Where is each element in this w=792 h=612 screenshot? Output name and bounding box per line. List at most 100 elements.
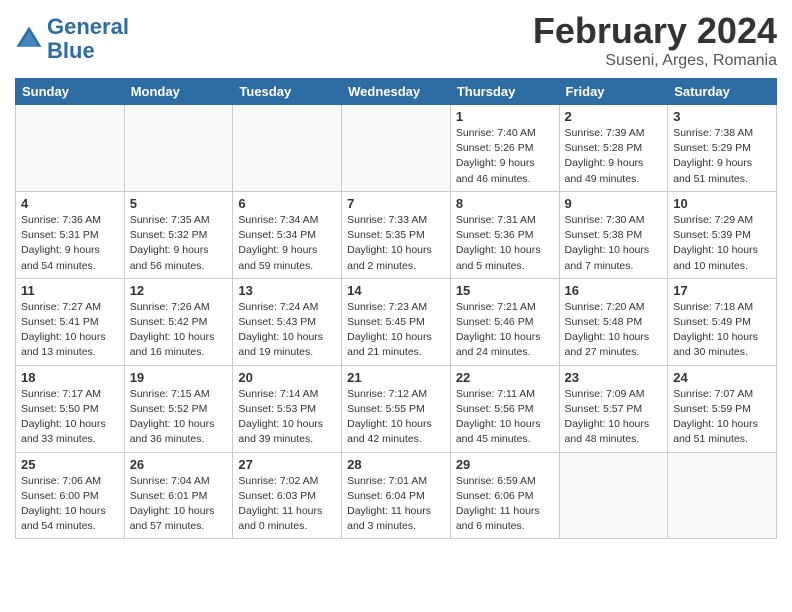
calendar-cell — [16, 105, 125, 192]
day-number: 12 — [130, 283, 228, 298]
day-number: 3 — [673, 109, 771, 124]
day-number: 8 — [456, 196, 554, 211]
day-number: 2 — [565, 109, 663, 124]
calendar-cell: 1Sunrise: 7:40 AM Sunset: 5:26 PM Daylig… — [450, 105, 559, 192]
calendar-cell: 11Sunrise: 7:27 AM Sunset: 5:41 PM Dayli… — [16, 278, 125, 365]
calendar-cell: 2 Sunrise: 7:39 AM Sunset: 5:28 PM Daylig… — [559, 105, 668, 192]
day-number: 6 — [238, 196, 336, 211]
calendar-week-row: 4 Sunrise: 7:36 AM Sunset: 5:31 PM Daylig… — [16, 191, 777, 278]
day-info: Sunrise: 7:11 AM Sunset: 5:56 PM Dayligh… — [456, 387, 554, 448]
day-number: 18 — [21, 370, 119, 385]
month-title: February 2024 — [533, 10, 777, 52]
calendar-cell: 19Sunrise: 7:15 AM Sunset: 5:52 PM Dayli… — [124, 365, 233, 452]
calendar-cell — [233, 105, 342, 192]
calendar: SundayMondayTuesdayWednesdayThursdayFrid… — [15, 78, 777, 539]
day-info: Sunrise: 7:40 AM Sunset: 5:26 PM Dayligh… — [456, 126, 554, 187]
day-number: 21 — [347, 370, 445, 385]
calendar-cell: 24 Sunrise: 7:07 AM Sunset: 5:59 PM Dayli… — [668, 365, 777, 452]
calendar-cell: 25 Sunrise: 7:06 AM Sunset: 6:00 PM Dayli… — [16, 452, 125, 539]
calendar-week-row: 11Sunrise: 7:27 AM Sunset: 5:41 PM Dayli… — [16, 278, 777, 365]
day-info: Sunrise: 7:23 AM Sunset: 5:45 PM Dayligh… — [347, 300, 445, 361]
logo: General Blue — [15, 15, 129, 63]
day-info: Sunrise: 7:02 AM Sunset: 6:03 PM Dayligh… — [238, 474, 336, 535]
calendar-header-row: SundayMondayTuesdayWednesdayThursdayFrid… — [16, 79, 777, 105]
calendar-cell: 10 Sunrise: 7:29 AM Sunset: 5:39 PM Dayli… — [668, 191, 777, 278]
day-info: Sunrise: 7:38 AM Sunset: 5:29 PM Dayligh… — [673, 126, 771, 187]
calendar-cell: 6 Sunrise: 7:34 AM Sunset: 5:34 PM Daylig… — [233, 191, 342, 278]
day-number: 19 — [130, 370, 228, 385]
day-info: Sunrise: 7:20 AM Sunset: 5:48 PM Dayligh… — [565, 300, 663, 361]
calendar-body: 1Sunrise: 7:40 AM Sunset: 5:26 PM Daylig… — [16, 105, 777, 539]
calendar-cell: 18 Sunrise: 7:17 AM Sunset: 5:50 PM Dayli… — [16, 365, 125, 452]
calendar-cell: 3 Sunrise: 7:38 AM Sunset: 5:29 PM Daylig… — [668, 105, 777, 192]
logo-icon — [15, 25, 43, 53]
calendar-week-row: 25 Sunrise: 7:06 AM Sunset: 6:00 PM Dayli… — [16, 452, 777, 539]
calendar-cell: 29Sunrise: 6:59 AM Sunset: 6:06 PM Dayli… — [450, 452, 559, 539]
calendar-cell — [559, 452, 668, 539]
day-header: Monday — [124, 79, 233, 105]
day-number: 15 — [456, 283, 554, 298]
calendar-cell: 15 Sunrise: 7:21 AM Sunset: 5:46 PM Dayli… — [450, 278, 559, 365]
calendar-cell: 28 Sunrise: 7:01 AM Sunset: 6:04 PM Dayli… — [342, 452, 451, 539]
day-info: Sunrise: 7:07 AM Sunset: 5:59 PM Dayligh… — [673, 387, 771, 448]
day-info: Sunrise: 7:29 AM Sunset: 5:39 PM Dayligh… — [673, 213, 771, 274]
title-area: February 2024 Suseni, Arges, Romania — [533, 10, 777, 70]
day-info: Sunrise: 7:14 AM Sunset: 5:53 PM Dayligh… — [238, 387, 336, 448]
day-info: Sunrise: 7:36 AM Sunset: 5:31 PM Dayligh… — [21, 213, 119, 274]
day-header: Friday — [559, 79, 668, 105]
calendar-cell: 21 Sunrise: 7:12 AM Sunset: 5:55 PM Dayli… — [342, 365, 451, 452]
day-info: Sunrise: 7:26 AM Sunset: 5:42 PM Dayligh… — [130, 300, 228, 361]
day-info: Sunrise: 7:21 AM Sunset: 5:46 PM Dayligh… — [456, 300, 554, 361]
day-number: 17 — [673, 283, 771, 298]
calendar-cell: 16 Sunrise: 7:20 AM Sunset: 5:48 PM Dayli… — [559, 278, 668, 365]
calendar-week-row: 1Sunrise: 7:40 AM Sunset: 5:26 PM Daylig… — [16, 105, 777, 192]
calendar-cell: 17 Sunrise: 7:18 AM Sunset: 5:49 PM Dayli… — [668, 278, 777, 365]
header: General Blue February 2024 Suseni, Arges… — [15, 10, 777, 70]
day-header: Sunday — [16, 79, 125, 105]
day-number: 23 — [565, 370, 663, 385]
day-number: 27 — [238, 457, 336, 472]
day-info: Sunrise: 7:18 AM Sunset: 5:49 PM Dayligh… — [673, 300, 771, 361]
day-info: Sunrise: 7:35 AM Sunset: 5:32 PM Dayligh… — [130, 213, 228, 274]
day-info: Sunrise: 7:34 AM Sunset: 5:34 PM Dayligh… — [238, 213, 336, 274]
day-number: 24 — [673, 370, 771, 385]
calendar-cell: 14 Sunrise: 7:23 AM Sunset: 5:45 PM Dayli… — [342, 278, 451, 365]
day-info: Sunrise: 7:39 AM Sunset: 5:28 PM Dayligh… — [565, 126, 663, 187]
day-number: 9 — [565, 196, 663, 211]
calendar-cell: 20Sunrise: 7:14 AM Sunset: 5:53 PM Dayli… — [233, 365, 342, 452]
day-number: 14 — [347, 283, 445, 298]
day-info: Sunrise: 7:33 AM Sunset: 5:35 PM Dayligh… — [347, 213, 445, 274]
day-info: Sunrise: 7:17 AM Sunset: 5:50 PM Dayligh… — [21, 387, 119, 448]
day-number: 4 — [21, 196, 119, 211]
day-number: 7 — [347, 196, 445, 211]
calendar-cell: 5Sunrise: 7:35 AM Sunset: 5:32 PM Daylig… — [124, 191, 233, 278]
day-number: 16 — [565, 283, 663, 298]
day-number: 26 — [130, 457, 228, 472]
calendar-cell: 27 Sunrise: 7:02 AM Sunset: 6:03 PM Dayli… — [233, 452, 342, 539]
day-number: 25 — [21, 457, 119, 472]
day-number: 28 — [347, 457, 445, 472]
calendar-cell — [124, 105, 233, 192]
day-info: Sunrise: 7:09 AM Sunset: 5:57 PM Dayligh… — [565, 387, 663, 448]
calendar-cell: 22Sunrise: 7:11 AM Sunset: 5:56 PM Dayli… — [450, 365, 559, 452]
location-title: Suseni, Arges, Romania — [533, 52, 777, 70]
day-number: 10 — [673, 196, 771, 211]
day-info: Sunrise: 7:06 AM Sunset: 6:00 PM Dayligh… — [21, 474, 119, 535]
calendar-cell: 13 Sunrise: 7:24 AM Sunset: 5:43 PM Dayli… — [233, 278, 342, 365]
day-info: Sunrise: 7:01 AM Sunset: 6:04 PM Dayligh… — [347, 474, 445, 535]
day-info: Sunrise: 7:12 AM Sunset: 5:55 PM Dayligh… — [347, 387, 445, 448]
calendar-cell — [668, 452, 777, 539]
day-header: Tuesday — [233, 79, 342, 105]
calendar-cell: 23 Sunrise: 7:09 AM Sunset: 5:57 PM Dayli… — [559, 365, 668, 452]
day-info: Sunrise: 7:04 AM Sunset: 6:01 PM Dayligh… — [130, 474, 228, 535]
calendar-week-row: 18 Sunrise: 7:17 AM Sunset: 5:50 PM Dayli… — [16, 365, 777, 452]
day-info: Sunrise: 6:59 AM Sunset: 6:06 PM Dayligh… — [456, 474, 554, 535]
calendar-cell: 12 Sunrise: 7:26 AM Sunset: 5:42 PM Dayli… — [124, 278, 233, 365]
day-header: Wednesday — [342, 79, 451, 105]
day-number: 13 — [238, 283, 336, 298]
day-info: Sunrise: 7:27 AM Sunset: 5:41 PM Dayligh… — [21, 300, 119, 361]
day-info: Sunrise: 7:24 AM Sunset: 5:43 PM Dayligh… — [238, 300, 336, 361]
calendar-cell: 26 Sunrise: 7:04 AM Sunset: 6:01 PM Dayli… — [124, 452, 233, 539]
day-info: Sunrise: 7:31 AM Sunset: 5:36 PM Dayligh… — [456, 213, 554, 274]
calendar-cell: 8 Sunrise: 7:31 AM Sunset: 5:36 PM Daylig… — [450, 191, 559, 278]
